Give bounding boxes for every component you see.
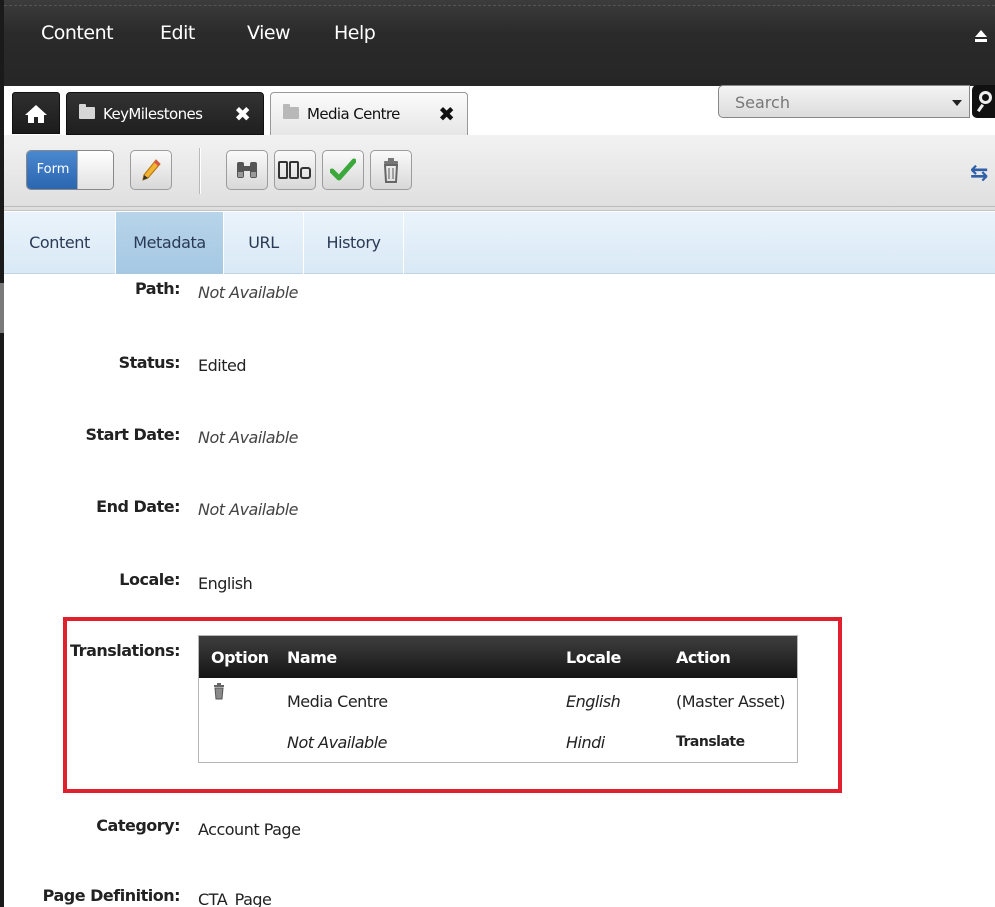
start-date-value: Not Available bbox=[198, 428, 298, 447]
locale-label: Locale: bbox=[119, 570, 180, 589]
close-icon[interactable]: ✖ bbox=[438, 102, 455, 127]
path-label: Path: bbox=[134, 279, 181, 298]
checkmark-icon bbox=[330, 158, 356, 181]
inspect-button[interactable] bbox=[226, 150, 268, 190]
start-date-label: Start Date: bbox=[85, 425, 180, 444]
row-name: Not Available bbox=[287, 733, 387, 752]
tab-label: KeyMilestones bbox=[103, 105, 203, 123]
page-definition-label: Page Definition: bbox=[42, 886, 181, 905]
folder-icon bbox=[283, 104, 299, 119]
menu-help[interactable]: Help bbox=[334, 22, 376, 44]
translations-table: Option Name Locale Action Media Centre E… bbox=[198, 635, 798, 763]
tab-label: Media Centre bbox=[307, 105, 400, 123]
col-locale: Locale bbox=[566, 648, 621, 667]
col-option: Option bbox=[211, 648, 269, 667]
search-input[interactable]: Search bbox=[718, 85, 970, 118]
translate-link[interactable]: Translate bbox=[676, 734, 745, 750]
status-value: Edited bbox=[198, 356, 246, 375]
status-label: Status: bbox=[118, 353, 181, 372]
folder-icon bbox=[79, 104, 95, 119]
toolbar-divider bbox=[199, 148, 201, 194]
refresh-icon[interactable]: ⇆ bbox=[970, 160, 988, 186]
menubar bbox=[4, 0, 995, 86]
home-tab[interactable] bbox=[12, 92, 60, 134]
binoculars-icon bbox=[237, 162, 257, 178]
chevron-down-icon[interactable] bbox=[952, 100, 962, 106]
search-button[interactable] bbox=[972, 85, 995, 118]
path-value: Not Available bbox=[198, 283, 298, 302]
row-locale: Hindi bbox=[566, 733, 605, 752]
tab-media-centre[interactable]: Media Centre ✖ bbox=[270, 92, 468, 135]
col-name: Name bbox=[287, 648, 337, 667]
toggle-knob bbox=[77, 151, 113, 189]
page-definition-value: CTA_Page bbox=[198, 890, 272, 907]
category-label: Category: bbox=[96, 816, 180, 835]
tab-history[interactable]: History bbox=[304, 212, 404, 274]
form-view-toggle[interactable]: Form bbox=[26, 150, 114, 190]
menu-edit[interactable]: Edit bbox=[160, 22, 195, 44]
close-icon[interactable]: ✖ bbox=[234, 102, 251, 127]
tab-keymilestones[interactable]: KeyMilestones ✖ bbox=[66, 92, 264, 135]
search-placeholder: Search bbox=[735, 93, 790, 112]
delete-button[interactable] bbox=[370, 150, 412, 190]
row-action: (Master Asset) bbox=[676, 692, 785, 711]
tab-url[interactable]: URL bbox=[224, 212, 304, 274]
tab-content[interactable]: Content bbox=[4, 212, 116, 274]
compare-button[interactable] bbox=[274, 150, 316, 190]
approve-button[interactable] bbox=[322, 150, 364, 190]
menu-view[interactable]: View bbox=[247, 22, 291, 44]
edit-button[interactable] bbox=[130, 150, 172, 190]
locale-value: English bbox=[198, 574, 253, 593]
table-header: Option Name Locale Action bbox=[199, 636, 797, 678]
end-date-value: Not Available bbox=[198, 500, 298, 519]
trash-icon bbox=[383, 158, 399, 183]
search-icon bbox=[979, 91, 992, 104]
category-value: Account Page bbox=[198, 820, 301, 839]
row-name: Media Centre bbox=[287, 692, 388, 711]
col-action: Action bbox=[676, 648, 731, 667]
home-icon bbox=[25, 105, 47, 123]
end-date-label: End Date: bbox=[96, 497, 180, 516]
columns-icon bbox=[278, 161, 311, 179]
eject-icon[interactable] bbox=[975, 30, 987, 42]
trash-icon[interactable] bbox=[213, 682, 225, 700]
menu-content[interactable]: Content bbox=[41, 22, 114, 44]
pencil-icon bbox=[142, 159, 161, 181]
row-locale: English bbox=[566, 692, 621, 711]
form-toggle-label: Form bbox=[27, 151, 79, 189]
tab-metadata[interactable]: Metadata bbox=[116, 212, 224, 274]
